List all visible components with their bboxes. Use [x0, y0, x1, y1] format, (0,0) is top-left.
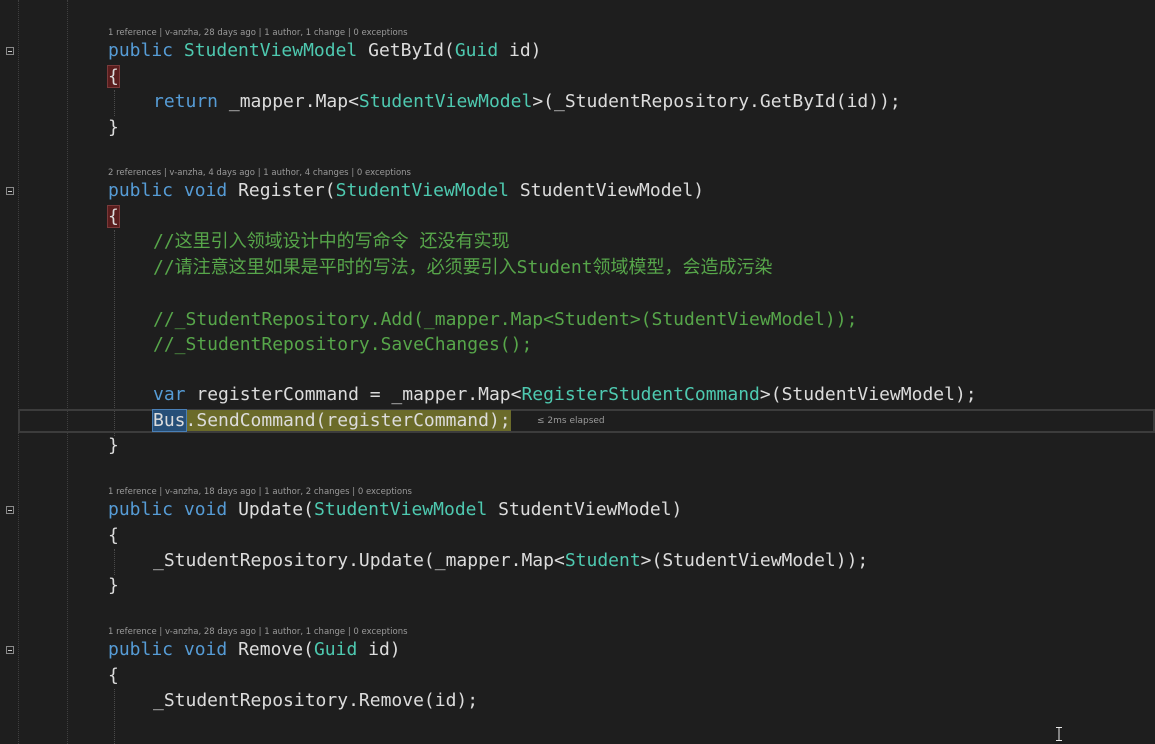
- code-line-close-brace: }: [108, 117, 119, 138]
- type-student-view-model: StudentViewModel: [335, 180, 509, 201]
- type-student-view-model: StudentViewModel: [358, 91, 533, 112]
- keyword-void: void: [183, 499, 228, 520]
- code-text: _mapper.Map<: [218, 91, 359, 112]
- type-guid: Guid: [313, 639, 358, 660]
- param-text: StudentViewModel): [509, 180, 705, 201]
- code-comment: //这里引入领域设计中的写命令 还没有实现: [153, 231, 510, 252]
- highlighted-call: .SendCommand(registerCommand);: [185, 410, 511, 431]
- code-line-remove-body: _StudentRepository.Remove(id);: [153, 690, 479, 711]
- code-line-return: return _mapper.Map<StudentViewModel>(_St…: [153, 91, 901, 113]
- fold-collapse-icon[interactable]: [6, 47, 14, 55]
- selected-bus-token[interactable]: Bus: [152, 409, 187, 432]
- type-guid: Guid: [454, 40, 499, 61]
- codelens-getbyid[interactable]: 1 reference | v-anzha, 28 days ago | 1 a…: [108, 28, 408, 38]
- method-guide: [114, 689, 115, 744]
- code-text: registerCommand = _mapper.Map<: [185, 384, 522, 405]
- code-text: >(_StudentRepository.GetById(id));: [532, 91, 901, 112]
- code-line-var: var registerCommand = _mapper.Map<Regist…: [153, 384, 977, 406]
- fold-collapse-icon[interactable]: [6, 187, 14, 195]
- type-student-view-model: StudentViewModel: [313, 499, 488, 520]
- keyword-var: var: [153, 384, 186, 405]
- code-line-open-brace: {: [107, 65, 120, 88]
- code-line-close-brace: }: [108, 575, 119, 596]
- code-line-open-brace: {: [108, 665, 119, 686]
- code-line-register-signature: public void Register(StudentViewModel St…: [108, 180, 704, 202]
- codelens-update[interactable]: 1 reference | v-anzha, 18 days ago | 1 a…: [108, 487, 412, 497]
- keyword-public: public: [108, 639, 174, 660]
- keyword-void: void: [183, 639, 228, 660]
- ibeam-cursor-icon: [1056, 727, 1062, 741]
- method-name: GetById(: [357, 40, 455, 61]
- code-comment: //_StudentRepository.SaveChanges();: [153, 334, 533, 355]
- type-register-student-command: RegisterStudentCommand: [521, 384, 760, 405]
- param-text: id): [357, 639, 401, 660]
- perf-tip-elapsed: ≤ 2ms elapsed: [537, 416, 605, 426]
- code-line-send-command: Bus.SendCommand(registerCommand);: [152, 409, 511, 432]
- method-guide: [114, 230, 115, 436]
- indent-guide: [67, 0, 68, 744]
- codelens-remove[interactable]: 1 reference | v-anzha, 28 days ago | 1 a…: [108, 627, 408, 637]
- param-text: StudentViewModel): [487, 499, 683, 520]
- method-guide: [114, 549, 115, 575]
- code-line-open-brace: {: [107, 205, 120, 228]
- gutter-guide: [18, 0, 19, 744]
- keyword-public: public: [108, 40, 174, 61]
- type-student-view-model: StudentViewModel: [183, 40, 358, 61]
- code-line-update-signature: public void Update(StudentViewModel Stud…: [108, 499, 682, 521]
- method-guide: [114, 90, 115, 116]
- code-line-update-body: _StudentRepository.Update(_mapper.Map<St…: [153, 550, 868, 572]
- type-student: Student: [564, 550, 641, 571]
- codelens-register[interactable]: 2 references | v-anzha, 4 days ago | 1 a…: [108, 168, 411, 178]
- code-comment: //请注意这里如果是平时的写法，必须要引入Student领域模型，会造成污染: [153, 257, 773, 278]
- code-text: _StudentRepository.Update(_mapper.Map<: [153, 550, 565, 571]
- code-comment: //_StudentRepository.Add(_mapper.Map<Stu…: [153, 309, 858, 330]
- code-line-remove-signature: public void Remove(Guid id): [108, 639, 401, 661]
- keyword-return: return: [153, 91, 219, 112]
- method-name: Remove(: [227, 639, 314, 660]
- method-name: Update(: [227, 499, 314, 520]
- keyword-void: void: [183, 180, 228, 201]
- method-name: Register(: [227, 180, 336, 201]
- fold-collapse-icon[interactable]: [6, 646, 14, 654]
- param-text: id): [498, 40, 542, 61]
- code-editor[interactable]: 1 reference | v-anzha, 28 days ago | 1 a…: [0, 0, 1155, 744]
- keyword-public: public: [108, 180, 174, 201]
- code-line-getbyid-signature: public StudentViewModel GetById(Guid id): [108, 40, 542, 62]
- brace-match-highlight: {: [107, 65, 120, 88]
- code-text: >(StudentViewModel));: [640, 550, 869, 571]
- keyword-public: public: [108, 499, 174, 520]
- brace-match-highlight: {: [107, 205, 120, 228]
- code-text: >(StudentViewModel);: [759, 384, 977, 405]
- fold-collapse-icon[interactable]: [6, 506, 14, 514]
- code-line-open-brace: {: [108, 525, 119, 546]
- code-line-close-brace: }: [108, 435, 119, 456]
